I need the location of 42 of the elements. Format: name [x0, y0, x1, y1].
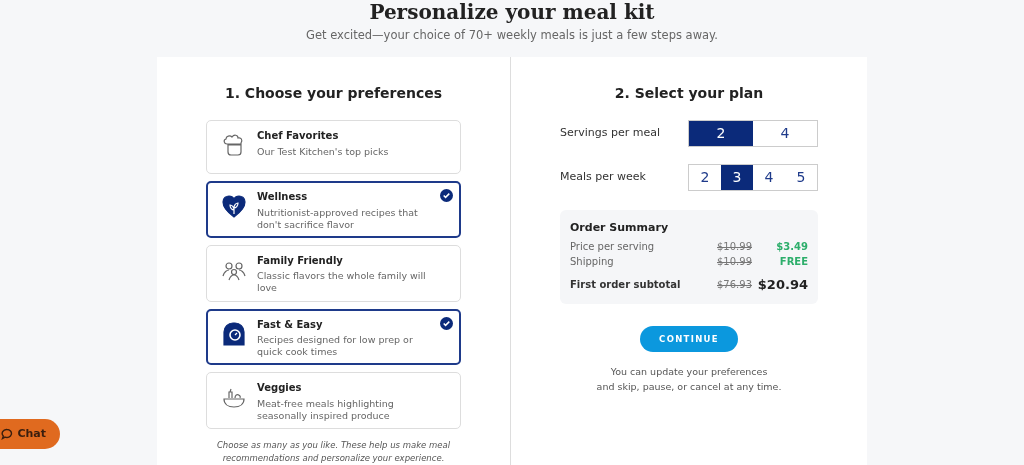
preference-title: Chef Favorites	[257, 129, 339, 143]
option-label: Meals per week	[560, 169, 646, 186]
heart-leaf-icon	[221, 193, 247, 219]
preference-description: Recipes designed for low prep or quick cook times	[257, 334, 414, 358]
note-text: You can update your preferences	[609, 365, 769, 379]
preference-title: Family Friendly	[257, 253, 343, 268]
section-heading: 2. Select your plan	[614, 84, 764, 103]
preference-title: Veggies	[257, 381, 302, 396]
original-price: $76.93	[716, 277, 752, 292]
check-icon	[440, 189, 453, 202]
original-price: $10.99	[716, 254, 752, 269]
page-title: Personalize your meal kit	[369, 0, 655, 24]
option-choice[interactable]: 2	[689, 121, 753, 146]
summary-title: Order Summary	[570, 220, 669, 236]
discounted-price: FREE	[778, 254, 808, 269]
discounted-price: $20.94	[756, 275, 808, 294]
preference-card[interactable]: Family Friendly Classic flavors the whole family will love	[206, 244, 461, 302]
chat-bubble-icon	[1, 428, 14, 440]
section-heading: 1. Choose your preferences	[224, 84, 443, 103]
option-label: Servings per meal	[560, 125, 661, 142]
preference-description: Nutritionist-approved recipes that don't sacrifice flavor	[257, 206, 419, 231]
original-price: $10.99	[716, 239, 752, 254]
summary-label: Price per serving	[570, 239, 656, 254]
summary-label: Shipping	[570, 254, 615, 269]
check-icon	[440, 316, 453, 330]
option-choice[interactable]: 3	[721, 165, 753, 190]
preference-description: Our Test Kitchen's top picks	[257, 145, 390, 158]
preference-title: Wellness	[257, 190, 308, 204]
preference-card[interactable]: Fast & Easy Recipes designed for low prep or quick cook times	[206, 308, 461, 366]
helper-text: Choose as many as you like. These help us make meal recommendations and personalize your experience.	[215, 439, 452, 465]
preference-description: Meat-free meals highlighting seasonally inspired produce	[257, 397, 395, 422]
preference-card[interactable]: Chef Favorites Our Test Kitchen's top picks	[206, 120, 461, 174]
preference-card[interactable]: Veggies Meat-free meals highlighting seasonally inspired produce	[206, 372, 461, 429]
preference-description: Classic flavors the whole family will love	[257, 270, 427, 295]
chat-button[interactable]: Chat	[0, 419, 60, 449]
summary-label: First order subtotal	[570, 277, 682, 292]
note-text: and skip, pause, or cancel at any time.	[596, 380, 782, 394]
timer-icon	[221, 320, 247, 347]
discounted-price: $3.49	[775, 239, 808, 254]
preference-title: Fast & Easy	[257, 317, 323, 332]
page-subtitle: Get excited—your choice of 70+ weekly meals is just a few steps away.	[306, 26, 718, 44]
preference-card[interactable]: Wellness Nutritionist-approved recipes that don't sacrifice flavor	[206, 181, 461, 238]
